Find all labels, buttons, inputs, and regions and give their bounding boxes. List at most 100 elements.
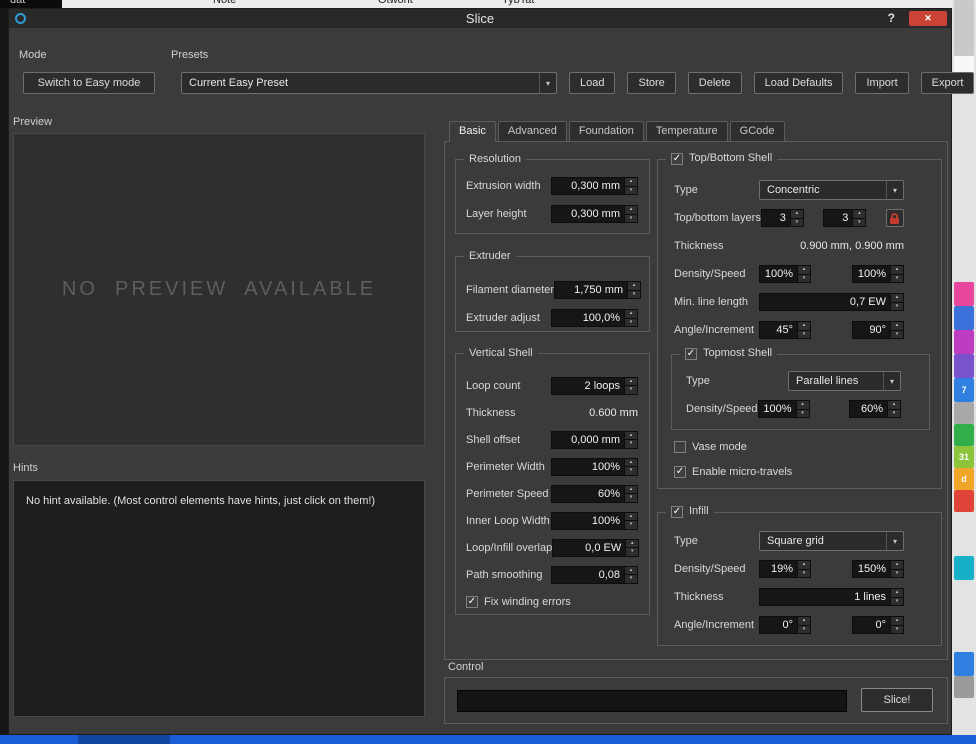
spin-down-icon[interactable] (891, 626, 903, 634)
type-dropdown[interactable]: Square grid (759, 531, 904, 551)
slice-button[interactable]: Slice! (861, 688, 933, 712)
checkbox-box[interactable] (671, 153, 683, 165)
spinner-arrows[interactable] (624, 513, 637, 529)
spinner-value[interactable]: 0,7 EW (760, 294, 890, 310)
spin-down-icon[interactable] (625, 494, 637, 502)
infill-toggle[interactable]: Infill (666, 505, 714, 518)
tab-temperature[interactable]: Temperature (646, 121, 728, 141)
spin-down-icon[interactable] (625, 319, 637, 327)
spin-down-icon[interactable] (798, 275, 810, 283)
preset-delete-button[interactable]: Delete (688, 72, 742, 94)
spin-up-icon[interactable] (625, 513, 637, 522)
checkbox-box[interactable] (674, 466, 686, 478)
spinner-value[interactable]: 100,0% (552, 310, 624, 326)
spin-down-icon[interactable] (891, 275, 903, 283)
titlebar[interactable]: Slice ? ✕ (9, 9, 951, 28)
tab-basic[interactable]: Basic (449, 121, 496, 142)
tab-foundation[interactable]: Foundation (569, 121, 644, 141)
side-toolbar-icon[interactable] (954, 676, 974, 698)
preset-import-button[interactable]: Import (855, 72, 908, 94)
spin-down-icon[interactable] (625, 386, 637, 394)
spin-up-icon[interactable] (625, 432, 637, 441)
spin-down-icon[interactable] (888, 410, 900, 418)
spinner-field[interactable]: 0,000 mm (551, 431, 638, 449)
tab-gcode[interactable]: GCode (730, 121, 785, 141)
close-button[interactable]: ✕ (909, 11, 947, 26)
lock-ratio-button[interactable] (886, 209, 904, 227)
spinner-arrows[interactable] (627, 282, 640, 298)
spin-up-icon[interactable] (891, 617, 903, 626)
spinner-value[interactable]: 45° (760, 322, 797, 338)
spin-up-icon[interactable] (625, 459, 637, 468)
spinner-field[interactable]: 45° (759, 321, 811, 339)
side-toolbar-icon[interactable] (954, 282, 974, 306)
spin-up-icon[interactable] (625, 206, 637, 215)
spin-down-icon[interactable] (791, 219, 803, 227)
spinner-arrows[interactable] (890, 561, 903, 577)
spin-down-icon[interactable] (628, 291, 640, 299)
checkbox-enable-micro-travels[interactable]: Enable micro-travels (674, 466, 792, 478)
spinner-value[interactable]: 60% (552, 486, 624, 502)
spin-down-icon[interactable] (625, 187, 637, 195)
spinner-value[interactable]: 0,300 mm (552, 178, 624, 194)
spin-up-icon[interactable] (625, 486, 637, 495)
preset-load-button[interactable]: Load (569, 72, 615, 94)
spinner-field[interactable]: 1 lines (759, 588, 904, 606)
spinner-arrows[interactable] (797, 322, 810, 338)
spinner-field[interactable]: 100,0% (551, 309, 638, 327)
checkbox-box[interactable] (671, 506, 683, 518)
help-button[interactable]: ? (888, 11, 895, 25)
spinner-field[interactable]: 19% (759, 560, 811, 578)
spinner-value[interactable]: 0° (853, 617, 890, 633)
spin-down-icon[interactable] (625, 215, 637, 223)
spin-up-icon[interactable] (798, 266, 810, 275)
spin-down-icon[interactable] (891, 598, 903, 606)
spinner-arrows[interactable] (625, 540, 638, 556)
spinner-field[interactable]: 60% (551, 485, 638, 503)
spinner-value[interactable]: 0,0 EW (553, 540, 625, 556)
spinner-value[interactable]: 100% (552, 513, 624, 529)
spinner-value[interactable]: 90° (853, 322, 890, 338)
top-bottom-shell-toggle[interactable]: Top/Bottom Shell (666, 152, 777, 165)
side-toolbar-icon[interactable] (954, 556, 974, 580)
spinner-value[interactable]: 60% (850, 401, 887, 417)
spinner-arrows[interactable] (890, 322, 903, 338)
spin-up-icon[interactable] (791, 210, 803, 219)
spinner-arrows[interactable] (887, 401, 900, 417)
spinner-value[interactable]: 1,750 mm (555, 282, 627, 298)
spinner-arrows[interactable] (890, 294, 903, 310)
spinner-field[interactable]: 1,750 mm (554, 281, 641, 299)
side-toolbar-icon[interactable] (954, 354, 974, 378)
spin-down-icon[interactable] (891, 331, 903, 339)
spin-up-icon[interactable] (798, 561, 810, 570)
spinner-field[interactable]: 0° (759, 616, 811, 634)
spin-down-icon[interactable] (625, 521, 637, 529)
spinner-value[interactable]: 100% (853, 266, 890, 282)
checkbox-box[interactable] (685, 348, 697, 360)
spinner-arrows[interactable] (890, 589, 903, 605)
spinner-field[interactable]: 100% (551, 458, 638, 476)
preset-load-defaults-button[interactable]: Load Defaults (754, 72, 844, 94)
spin-down-icon[interactable] (797, 410, 809, 418)
spin-down-icon[interactable] (625, 467, 637, 475)
spin-up-icon[interactable] (891, 322, 903, 331)
spinner-field[interactable]: 3 (823, 209, 866, 227)
spinner-value[interactable]: 100% (552, 459, 624, 475)
side-toolbar-icon[interactable] (954, 402, 974, 424)
spinner-field[interactable]: 100% (852, 265, 904, 283)
spin-up-icon[interactable] (891, 266, 903, 275)
spin-up-icon[interactable] (891, 561, 903, 570)
side-toolbar-icon[interactable]: 31 (954, 446, 974, 468)
spin-up-icon[interactable] (797, 401, 809, 410)
spinner-arrows[interactable] (890, 266, 903, 282)
spin-up-icon[interactable] (891, 294, 903, 303)
topmost-shell-toggle[interactable]: Topmost Shell (680, 347, 777, 360)
spinner-arrows[interactable] (624, 378, 637, 394)
spinner-field[interactable]: 0,7 EW (759, 293, 904, 311)
spinner-value[interactable]: 0,300 mm (552, 206, 624, 222)
spin-up-icon[interactable] (625, 567, 637, 576)
switch-easy-mode-button[interactable]: Switch to Easy mode (23, 72, 155, 94)
spin-down-icon[interactable] (853, 219, 865, 227)
spin-up-icon[interactable] (853, 210, 865, 219)
spinner-arrows[interactable] (890, 617, 903, 633)
